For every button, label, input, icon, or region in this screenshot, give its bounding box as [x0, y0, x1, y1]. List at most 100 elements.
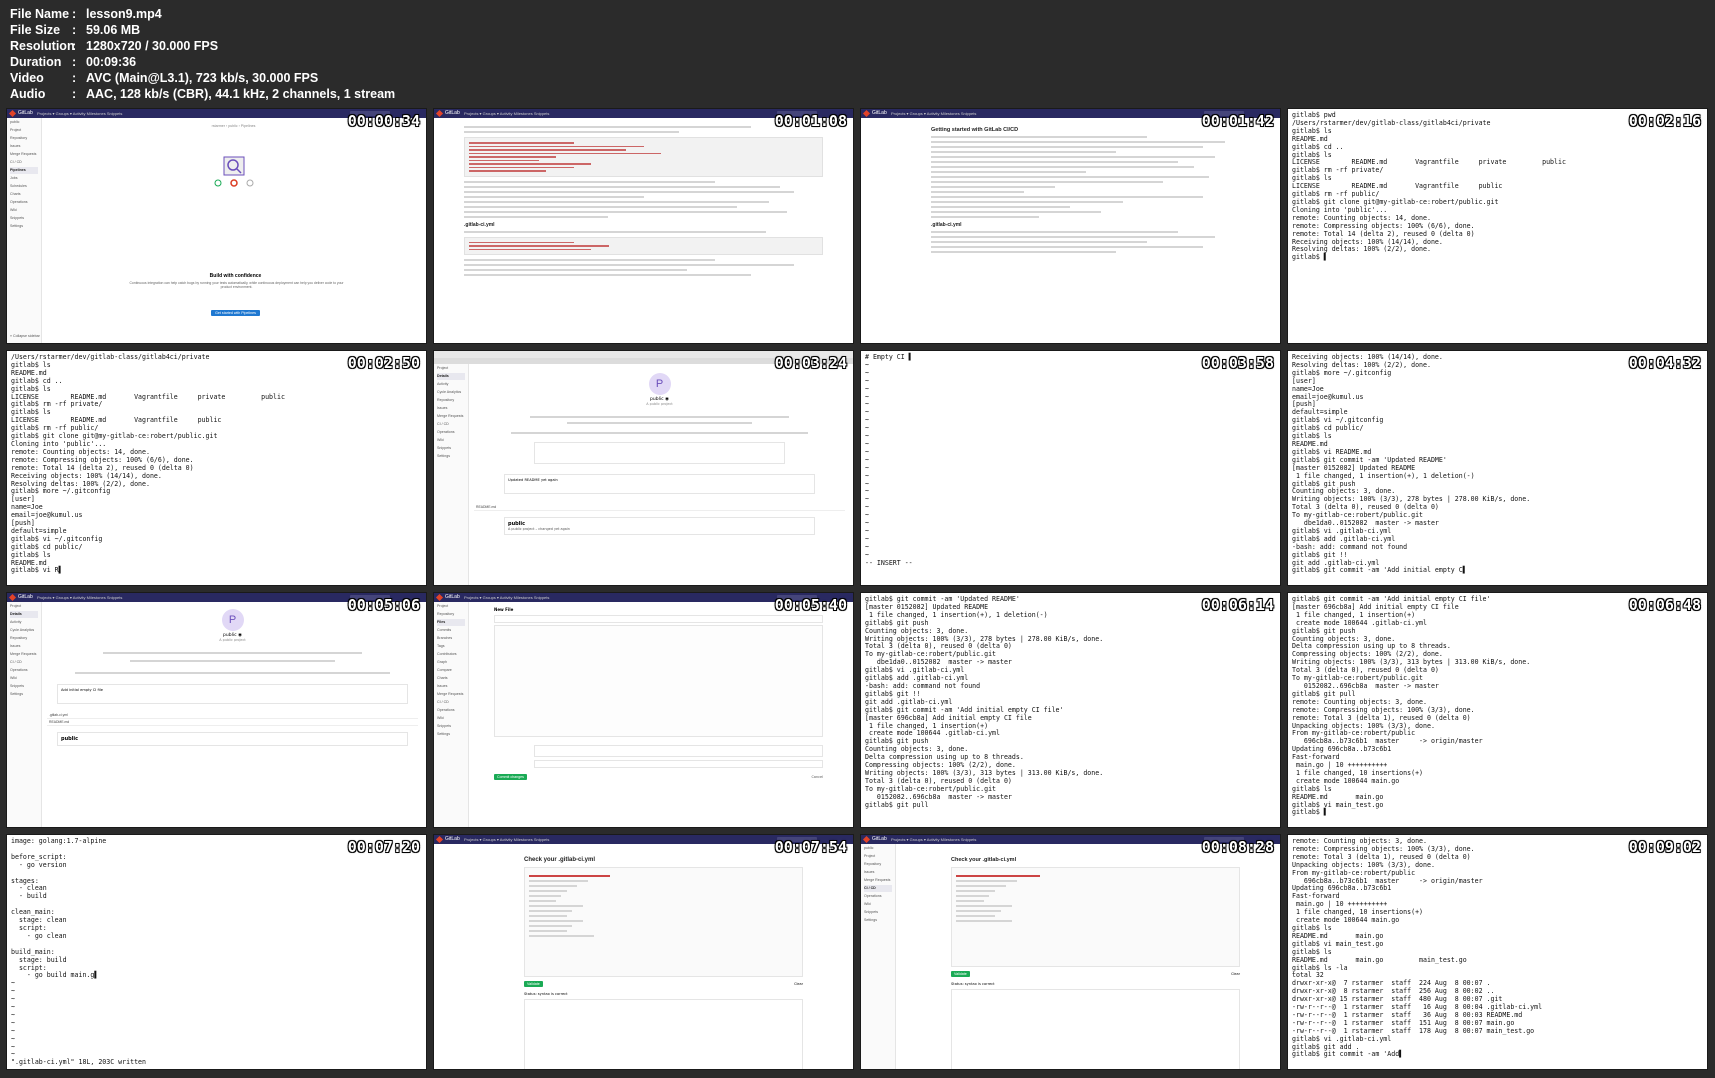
sidebar-item[interactable]: Issues — [10, 143, 38, 150]
sidebar-item[interactable]: Cycle Analytics — [10, 627, 38, 634]
sidebar-item[interactable]: Wiki — [437, 715, 465, 722]
code-editor[interactable] — [494, 625, 823, 737]
sidebar-item[interactable]: Tags — [437, 643, 465, 650]
clear-button[interactable]: Clear — [1231, 972, 1240, 976]
thumbnail-4[interactable]: 00:02:16 gitlab$ pwd /Users/rstarmer/dev… — [1287, 108, 1708, 344]
sidebar-project-name[interactable]: public — [10, 119, 38, 126]
sidebar-item[interactable]: Project — [864, 853, 892, 860]
commit-message-input[interactable] — [534, 745, 823, 757]
sidebar-item[interactable]: Wiki — [437, 437, 465, 444]
sidebar-item[interactable]: Issues — [437, 683, 465, 690]
sidebar-item[interactable]: Operations — [10, 667, 38, 674]
file-link[interactable]: README.md — [474, 504, 793, 511]
file-name-input[interactable] — [494, 615, 823, 623]
sidebar-item[interactable]: Charts — [437, 675, 465, 682]
sidebar-item[interactable]: Schedules — [10, 183, 38, 190]
thumbnail-6[interactable]: 00:03:24 Project Details Activity Cycle … — [433, 350, 854, 586]
sidebar-item[interactable]: Activity — [437, 381, 465, 388]
sidebar-item[interactable]: Jobs — [10, 175, 38, 182]
sidebar-item[interactable]: Project — [10, 603, 38, 610]
sidebar-item[interactable]: Wiki — [864, 901, 892, 908]
sidebar-item[interactable]: Project — [437, 603, 465, 610]
sidebar-item[interactable]: Merge Requests — [437, 691, 465, 698]
get-started-pipelines-button[interactable]: Get started with Pipelines — [211, 310, 260, 316]
sidebar-item[interactable]: Merge Requests — [10, 151, 38, 158]
validate-button[interactable]: Validate — [524, 981, 543, 987]
thumbnail-2[interactable]: 00:01:08 GitLab Projects ▾ Groups ▾ Activ… — [433, 108, 854, 344]
sidebar-item[interactable]: Repository — [864, 861, 892, 868]
thumbnail-5[interactable]: 00:02:50 /Users/rstarmer/dev/gitlab-clas… — [6, 350, 427, 586]
sidebar-item-details[interactable]: Details — [437, 373, 465, 380]
validate-button[interactable]: Validate — [951, 971, 970, 977]
sidebar-item[interactable]: Snippets — [10, 683, 38, 690]
thumbnail-11[interactable]: 00:06:14 gitlab$ git commit -am 'Updated… — [860, 592, 1281, 828]
sidebar-item[interactable]: Snippets — [864, 909, 892, 916]
sidebar-item[interactable]: Repository — [437, 397, 465, 404]
sidebar-item[interactable]: CI / CD — [10, 159, 38, 166]
file-link[interactable]: README.md — [47, 718, 366, 726]
sidebar-item[interactable]: Snippets — [10, 215, 38, 222]
sidebar-item[interactable]: Wiki — [10, 675, 38, 682]
sidebar-item[interactable]: Settings — [864, 917, 892, 924]
sidebar-item[interactable]: Issues — [437, 405, 465, 412]
sidebar-item[interactable]: Compare — [437, 667, 465, 674]
thumbnail-10[interactable]: 00:05:40 GitLab Projects ▾ Groups ▾ Activ… — [433, 592, 854, 828]
sidebar-item[interactable]: Settings — [10, 691, 38, 698]
thumbnail-3[interactable]: 00:01:42 GitLab Projects ▾ Groups ▾ Activ… — [860, 108, 1281, 344]
sidebar-item[interactable]: CI / CD — [437, 421, 465, 428]
sidebar-item-files[interactable]: Files — [437, 619, 465, 626]
sidebar-item[interactable]: Merge Requests — [864, 877, 892, 884]
sidebar-item[interactable]: CI / CD — [10, 659, 38, 666]
commit-message[interactable]: Add initial empty CI file — [58, 685, 407, 695]
sidebar-item[interactable]: Merge Requests — [437, 413, 465, 420]
sidebar-item[interactable]: Repository — [437, 611, 465, 618]
timestamp: 00:08:28 — [1201, 838, 1274, 856]
sidebar-item[interactable]: Merge Requests — [10, 651, 38, 658]
sidebar-item[interactable]: Operations — [437, 707, 465, 714]
sidebar-item[interactable]: Operations — [10, 199, 38, 206]
thumbnail-8[interactable]: 00:04:32 Receiving objects: 100% (14/14)… — [1287, 350, 1708, 586]
sidebar-item[interactable]: Cycle Analytics — [437, 389, 465, 396]
sidebar-item[interactable]: Commits — [437, 627, 465, 634]
commit-changes-button[interactable]: Commit changes — [494, 774, 527, 780]
lint-editor[interactable] — [524, 867, 803, 977]
sidebar-item[interactable]: Repository — [10, 635, 38, 642]
commit-message[interactable]: Updated README yet again — [505, 475, 814, 485]
sidebar-item-pipelines[interactable]: Pipelines — [10, 167, 38, 174]
sidebar-item[interactable]: Settings — [437, 731, 465, 738]
sidebar-item[interactable]: Branches — [437, 635, 465, 642]
sidebar-item[interactable]: Repository — [10, 135, 38, 142]
collapse-sidebar[interactable]: « Collapse sidebar — [10, 333, 40, 340]
sidebar-item[interactable]: Snippets — [437, 723, 465, 730]
thumbnail-9[interactable]: 00:05:06 GitLab Projects ▾ Groups ▾ Activ… — [6, 592, 427, 828]
sidebar-item[interactable]: Wiki — [10, 207, 38, 214]
sidebar-item-ci-cd[interactable]: CI / CD — [864, 885, 892, 892]
thumbnail-15[interactable]: 00:08:28 GitLab Projects ▾ Groups ▾ Activ… — [860, 834, 1281, 1070]
thumbnail-14[interactable]: 00:07:54 GitLab Projects ▾ Groups ▾ Activ… — [433, 834, 854, 1070]
thumbnail-1[interactable]: 00:00:34 GitLab Projects ▾ Groups ▾ Activ… — [6, 108, 427, 344]
thumbnail-16[interactable]: 00:09:02 remote: Counting objects: 3, do… — [1287, 834, 1708, 1070]
sidebar-item[interactable]: Issues — [10, 643, 38, 650]
sidebar-item-details[interactable]: Details — [10, 611, 38, 618]
target-branch-input[interactable] — [534, 760, 823, 768]
sidebar-item[interactable]: Charts — [10, 191, 38, 198]
cancel-button[interactable]: Cancel — [812, 775, 824, 779]
sidebar-item[interactable]: Snippets — [437, 445, 465, 452]
sidebar-item[interactable]: Settings — [437, 453, 465, 460]
sidebar-item[interactable]: Issues — [864, 869, 892, 876]
thumbnail-12[interactable]: 00:06:48 gitlab$ git commit -am 'Add ini… — [1287, 592, 1708, 828]
sidebar-item[interactable]: Settings — [10, 223, 38, 230]
sidebar-item[interactable]: CI / CD — [437, 699, 465, 706]
sidebar-item[interactable]: Activity — [10, 619, 38, 626]
sidebar-item[interactable]: Graph — [437, 659, 465, 666]
clear-button[interactable]: Clear — [794, 982, 803, 986]
lint-editor[interactable] — [951, 867, 1240, 967]
sidebar-item[interactable]: Operations — [864, 893, 892, 900]
sidebar-item[interactable]: Contributors — [437, 651, 465, 658]
sidebar-item[interactable]: Project — [437, 365, 465, 372]
thumbnail-7[interactable]: 00:03:58 # Empty CI ▌ ~ ~ ~ ~ ~ ~ ~ ~ ~ … — [860, 350, 1281, 586]
thumbnail-13[interactable]: 00:07:20 image: golang:1.7-alpine before… — [6, 834, 427, 1070]
sidebar-item[interactable]: Operations — [437, 429, 465, 436]
sidebar-project-name[interactable]: public — [864, 845, 892, 852]
sidebar-item[interactable]: Project — [10, 127, 38, 134]
